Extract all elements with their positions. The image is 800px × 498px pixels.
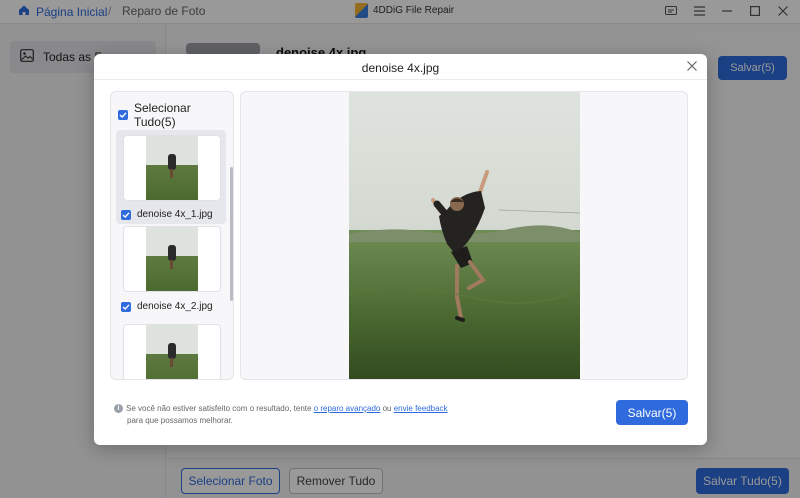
send-feedback-link[interactable]: envie feedback [394, 404, 448, 413]
select-all-label: Selecionar Tudo(5) [134, 101, 191, 129]
dialog-save-button[interactable]: Salvar(5) [616, 400, 688, 425]
photo-thumbnail [146, 325, 198, 379]
list-item[interactable] [116, 324, 226, 379]
file-checkbox[interactable]: denoise 4x_2.jpg [121, 301, 213, 312]
photo-thumbnail [146, 227, 198, 291]
file-checkbox[interactable]: denoise 4x_1.jpg [121, 209, 213, 220]
dialog-close-icon[interactable] [685, 59, 699, 73]
info-icon: i [114, 404, 123, 414]
preview-image [349, 92, 580, 379]
file-name-label: denoise 4x_2.jpg [137, 301, 213, 312]
preview-dialog: denoise 4x.jpg Selecionar Tudo(5) denois… [94, 54, 707, 445]
feedback-hint: i Se você não estiver satisfeito com o re… [114, 403, 494, 427]
hint-text-line2: para que possamos melhorar. [127, 416, 233, 425]
file-thumbnail[interactable] [123, 135, 221, 201]
photo-thumbnail [146, 136, 198, 200]
hint-text-before: Se você não estiver satisfeito com o res… [126, 404, 314, 413]
advanced-repair-link[interactable]: o reparo avançado [314, 404, 381, 413]
photo-preview [240, 91, 688, 380]
checkbox-checked-icon [118, 110, 128, 120]
file-list: Selecionar Tudo(5) denoise 4x_1.jpg deno… [110, 91, 234, 380]
list-scrollbar[interactable] [230, 167, 233, 301]
dialog-title: denoise 4x.jpg [361, 61, 440, 75]
hint-text-mid: ou [380, 404, 394, 413]
list-item[interactable]: denoise 4x_2.jpg [116, 226, 226, 320]
list-item[interactable]: denoise 4x_1.jpg [116, 130, 226, 224]
select-all-checkbox[interactable]: Selecionar Tudo(5) [118, 101, 233, 129]
checkbox-checked-icon [121, 209, 131, 220]
checkbox-checked-icon [121, 301, 131, 312]
dialog-header: denoise 4x.jpg [94, 54, 707, 80]
file-thumbnail[interactable] [123, 226, 221, 292]
file-name-label: denoise 4x_1.jpg [137, 209, 213, 220]
file-thumbnail[interactable] [123, 324, 221, 379]
